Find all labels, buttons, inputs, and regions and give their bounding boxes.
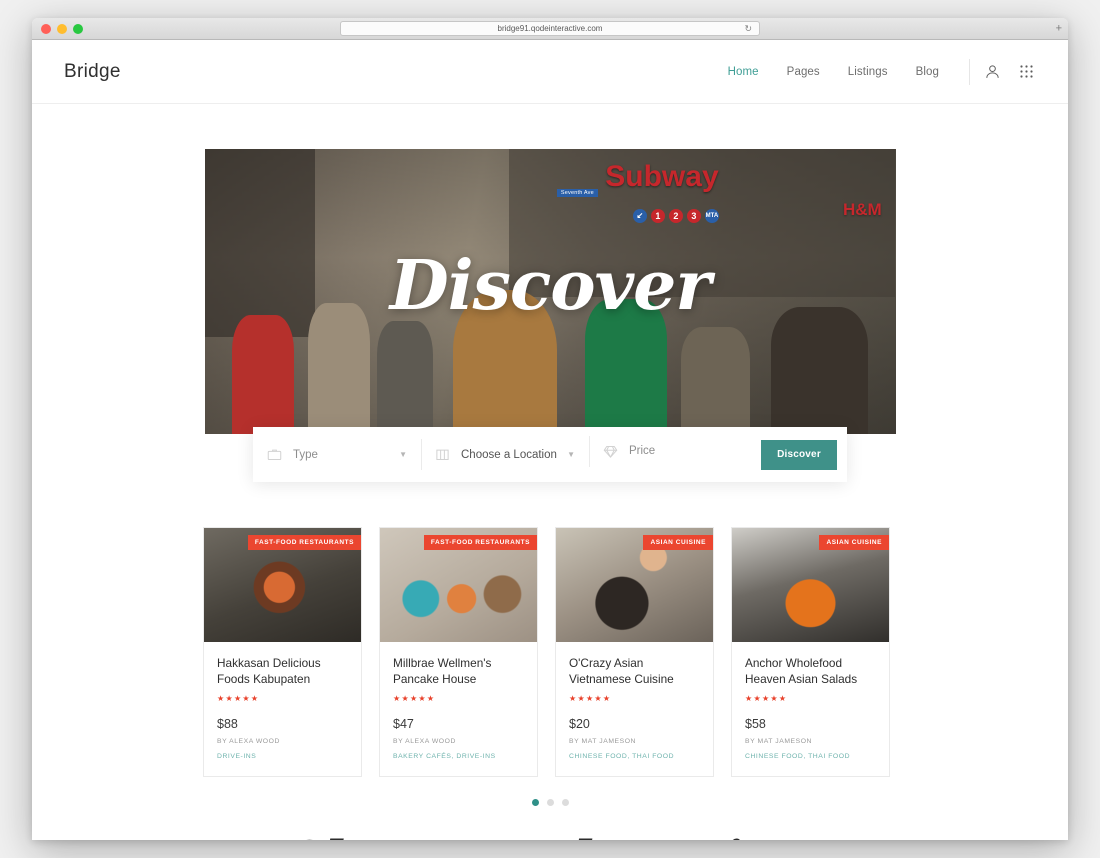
subway-line-bullets: ↙ 1 2 3 MTA bbox=[632, 208, 719, 223]
nav-item-pages[interactable]: Pages bbox=[773, 66, 834, 78]
reload-icon[interactable]: ↻ bbox=[744, 24, 752, 33]
hero-title: Discover bbox=[389, 245, 711, 326]
hero-image: Subway Seventh Ave ↙ 1 2 3 MTA H&M Disco… bbox=[204, 149, 896, 434]
grid-icon[interactable] bbox=[1016, 62, 1036, 82]
diamond-icon bbox=[603, 444, 618, 459]
listing-author: BY ALEXA WOOD bbox=[217, 738, 280, 746]
nav-divider bbox=[969, 58, 970, 85]
listing-author: BY MAT JAMESON bbox=[745, 738, 812, 746]
main-navigation: Home Pages Listings Blog bbox=[714, 58, 1036, 85]
listing-price: $20 bbox=[569, 717, 590, 732]
nav-item-blog[interactable]: Blog bbox=[902, 66, 953, 78]
briefcase-icon bbox=[267, 447, 282, 462]
listing-badge[interactable]: ASIAN CUISINE bbox=[819, 535, 889, 550]
listing-cards: FAST-FOOD RESTAURANTS Hakkasan Delicious… bbox=[203, 527, 897, 778]
listing-body: Millbrae Wellmen's Pancake House ★★★★★ $… bbox=[380, 642, 537, 776]
search-location-label: Choose a Location bbox=[461, 448, 557, 461]
listing-card[interactable]: FAST-FOOD RESTAURANTS Hakkasan Delicious… bbox=[203, 527, 362, 778]
store-sign-text: H&M bbox=[842, 200, 882, 220]
listing-image[interactable]: FAST-FOOD RESTAURANTS bbox=[380, 528, 537, 642]
close-window-button[interactable] bbox=[41, 23, 51, 34]
person-red-coat bbox=[232, 315, 295, 434]
window-controls[interactable] bbox=[41, 23, 83, 34]
search-bar: Type ▼ Choose a Location ▼ Price Discove… bbox=[253, 427, 847, 482]
search-type-label: Type bbox=[293, 448, 318, 461]
listing-body: O'Crazy Asian Vietnamese Cuisine ★★★★★ $… bbox=[556, 642, 713, 776]
browser-titlebar: bridge91.qodeinteractive.com ↻ + bbox=[32, 18, 1068, 40]
person-beige bbox=[308, 302, 371, 434]
rating-stars: ★★★★★ bbox=[217, 694, 260, 704]
listing-categories[interactable]: BAKERY CAFÉS, DRIVE-INS bbox=[393, 753, 524, 760]
line-bullet-1: 1 bbox=[650, 208, 665, 223]
browser-window: bridge91.qodeinteractive.com ↻ + Bridge … bbox=[32, 18, 1068, 840]
listing-badge[interactable]: FAST-FOOD RESTAURANTS bbox=[423, 535, 537, 550]
listing-author: BY MAT JAMESON bbox=[569, 738, 636, 746]
listing-body: Anchor Wholefood Heaven Asian Salads ★★★… bbox=[732, 642, 889, 776]
site-header: Bridge Home Pages Listings Blog bbox=[32, 40, 1068, 104]
carousel-dot-3[interactable] bbox=[561, 799, 569, 807]
url-text: bridge91.qodeinteractive.com bbox=[497, 24, 603, 33]
discover-button[interactable]: Discover bbox=[761, 439, 837, 470]
search-type-field[interactable]: Type ▼ bbox=[253, 427, 421, 482]
user-icon[interactable] bbox=[982, 62, 1002, 82]
mta-logo-icon: MTA bbox=[704, 208, 719, 223]
listing-price: $88 bbox=[217, 717, 238, 732]
listing-price: $58 bbox=[745, 717, 766, 732]
listing-body: Hakkasan Delicious Foods Kabupaten ★★★★★… bbox=[204, 642, 361, 776]
address-bar-wrapper: bridge91.qodeinteractive.com ↻ bbox=[340, 21, 760, 36]
search-location-field[interactable]: Choose a Location ▼ bbox=[421, 427, 589, 482]
direction-arrow-icon: ↙ bbox=[632, 208, 647, 223]
new-tab-button[interactable]: + bbox=[1056, 23, 1062, 34]
listing-categories[interactable]: CHINESE FOOD, THAI FOOD bbox=[745, 753, 876, 760]
listing-title[interactable]: Hakkasan Delicious Foods Kabupaten bbox=[217, 656, 348, 687]
carousel-dot-1[interactable] bbox=[531, 799, 539, 807]
building-icon bbox=[435, 447, 450, 462]
carousel-dots bbox=[32, 799, 1068, 807]
listing-categories[interactable]: CHINESE FOOD, THAI FOOD bbox=[569, 753, 700, 760]
street-sign-text: Seventh Ave bbox=[556, 188, 598, 197]
listing-image[interactable]: ASIAN CUISINE bbox=[732, 528, 889, 642]
search-price-label: Price bbox=[629, 445, 656, 457]
chevron-down-icon[interactable]: ▼ bbox=[399, 450, 407, 459]
hero-section: Subway Seventh Ave ↙ 1 2 3 MTA H&M Disco… bbox=[204, 149, 896, 482]
website-viewport: Bridge Home Pages Listings Blog Subway S… bbox=[32, 40, 1068, 840]
listing-card[interactable]: ASIAN CUISINE O'Crazy Asian Vietnamese C… bbox=[555, 527, 714, 778]
person-far bbox=[681, 327, 751, 434]
listing-title[interactable]: Anchor Wholefood Heaven Asian Salads bbox=[745, 656, 876, 687]
listing-badge[interactable]: FAST-FOOD RESTAURANTS bbox=[247, 535, 361, 550]
listing-card[interactable]: FAST-FOOD RESTAURANTS Millbrae Wellmen's… bbox=[379, 527, 538, 778]
listing-author: BY ALEXA WOOD bbox=[393, 738, 456, 746]
nav-item-home[interactable]: Home bbox=[714, 66, 773, 78]
rating-stars: ★★★★★ bbox=[745, 694, 788, 704]
carousel-dot-2[interactable] bbox=[546, 799, 554, 807]
next-section-heading: Choose a location bbox=[32, 834, 1068, 840]
listing-categories[interactable]: DRIVE-INS bbox=[217, 753, 348, 760]
listing-title[interactable]: O'Crazy Asian Vietnamese Cuisine bbox=[569, 656, 700, 687]
site-logo[interactable]: Bridge bbox=[64, 61, 121, 83]
subway-sign-text: Subway bbox=[605, 160, 719, 194]
search-price-field[interactable]: Price bbox=[589, 424, 757, 479]
person-dark bbox=[377, 321, 433, 434]
person-right-dark bbox=[771, 306, 868, 434]
listing-price: $47 bbox=[393, 717, 414, 732]
chevron-down-icon[interactable]: ▼ bbox=[567, 450, 575, 459]
listing-image[interactable]: FAST-FOOD RESTAURANTS bbox=[204, 528, 361, 642]
listing-badge[interactable]: ASIAN CUISINE bbox=[643, 535, 713, 550]
rating-stars: ★★★★★ bbox=[393, 694, 436, 704]
listing-image[interactable]: ASIAN CUISINE bbox=[556, 528, 713, 642]
listing-title[interactable]: Millbrae Wellmen's Pancake House bbox=[393, 656, 524, 687]
line-bullet-2: 2 bbox=[668, 208, 683, 223]
listing-card[interactable]: ASIAN CUISINE Anchor Wholefood Heaven As… bbox=[731, 527, 890, 778]
line-bullet-3: 3 bbox=[686, 208, 701, 223]
nav-item-listings[interactable]: Listings bbox=[834, 66, 902, 78]
maximize-window-button[interactable] bbox=[73, 23, 83, 34]
address-bar[interactable]: bridge91.qodeinteractive.com ↻ bbox=[340, 21, 760, 36]
rating-stars: ★★★★★ bbox=[569, 694, 612, 704]
minimize-window-button[interactable] bbox=[57, 23, 67, 34]
